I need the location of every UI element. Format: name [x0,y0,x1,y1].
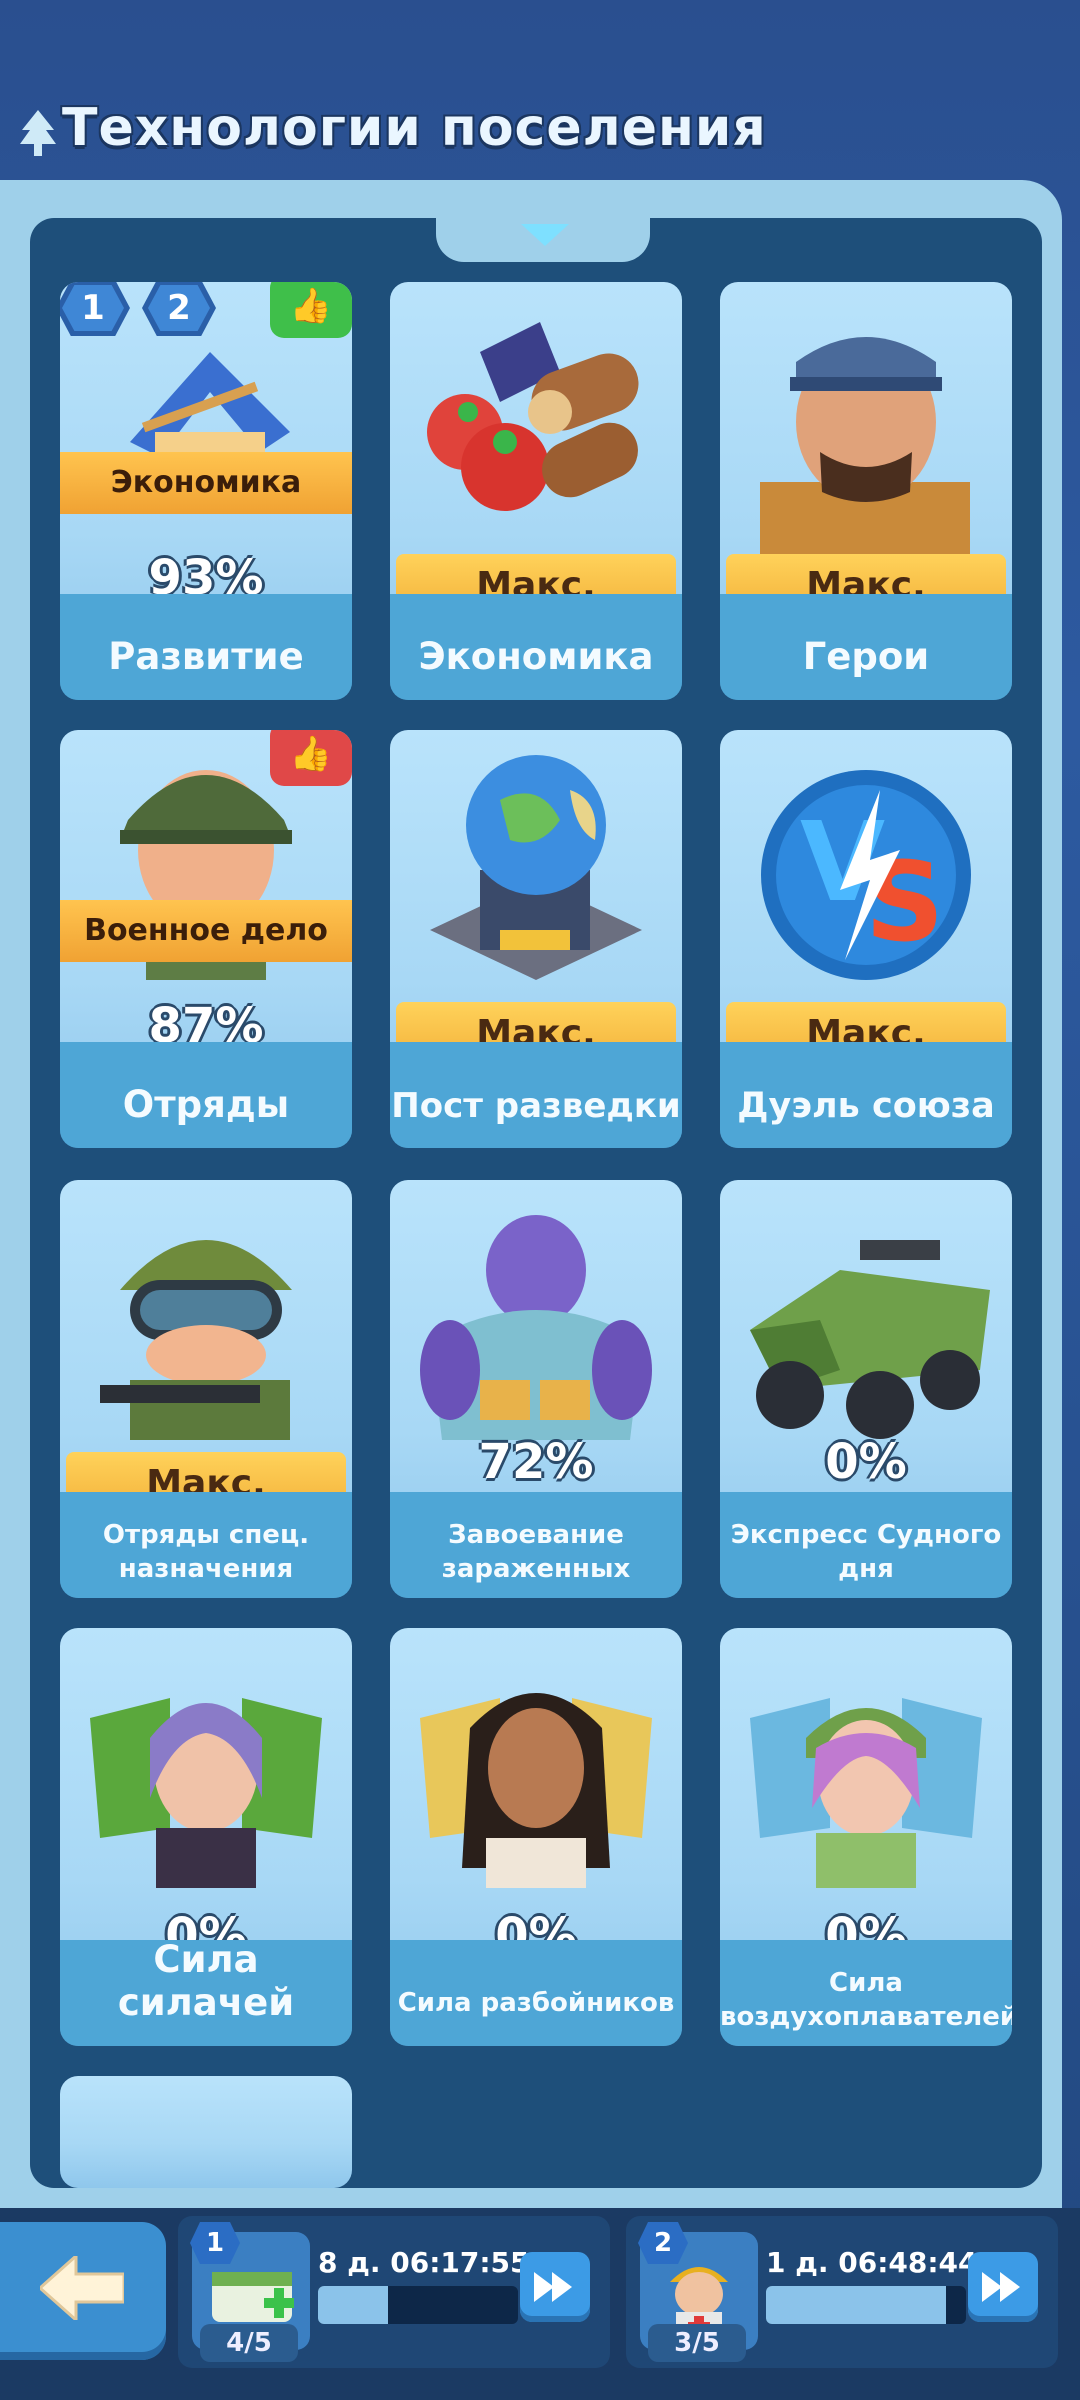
collapse-tab[interactable] [436,214,650,262]
tech-card-doomsday-express[interactable]: 0% Экспресс Судного дня [720,1180,1012,1598]
card-title: Дуэль союза [737,1086,995,1126]
tech-card-special-forces[interactable]: Макс. Отряды спец. назначения [60,1180,352,1598]
queue-timer: 1 д. 06:48:44 [766,2246,978,2279]
card-title: Сила воздухоплавателей [720,1968,1012,2032]
svg-text:S: S [865,838,944,966]
bandit-hero-art [420,1693,652,1888]
queue-number: 2 [638,2222,688,2264]
card-title: Завоевание зараженных [441,1520,631,1584]
tech-card-troops[interactable]: 👍 Военное дело 87% Отряды [60,730,352,1148]
tech-card-infected-conquest[interactable]: 72% Завоевание зараженных [390,1180,682,1598]
hero-portrait-art [760,337,970,582]
tech-card-partial[interactable] [60,2076,352,2188]
fast-forward-icon [534,2272,572,2302]
strongman-hero-art [90,1698,322,1888]
card-title: Отряды [122,1083,290,1126]
research-queue-2[interactable]: 2 3/5 1 д. 06:48:44 [626,2216,1058,2368]
tech-card-development[interactable]: 1 2 👍 Экономика 93% Развитие [60,282,352,700]
card-title: Пост разведки [391,1086,681,1126]
tech-card-economy[interactable]: Макс. Экономика [390,282,682,700]
card-title: Отряды спец. назначения [102,1520,310,1584]
tree-icon [20,110,56,156]
category-ribbon: Экономика [60,452,352,514]
special-forces-art [100,1240,292,1440]
queue-progress [766,2286,966,2324]
thumbs-up-icon: 👍 [270,730,352,786]
thumbs-up-icon: 👍 [270,282,352,338]
back-button[interactable] [0,2222,166,2360]
research-queue-1[interactable]: 1 4/5 8 д. 06:17:55 [178,2216,610,2368]
tech-card-strongmen-power[interactable]: 0% Сила силачей [60,1628,352,2046]
queue-number: 1 [190,2222,240,2264]
vs-emblem-art: V S [761,770,971,980]
fast-forward-icon [982,2272,1020,2302]
card-title: Герои [802,635,930,678]
card-title: Экономика [418,635,654,678]
card-title: Сила разбойников [397,1988,675,2018]
level-badge-2: 2 [142,282,216,336]
globe-building-art [430,755,642,980]
queue-count: 3/5 [648,2324,746,2362]
speedup-button[interactable] [520,2252,590,2322]
queue-count: 4/5 [200,2324,298,2362]
tech-card-alliance-duel[interactable]: V S Макс. Дуэль союза [720,730,1012,1148]
tech-card-aeronauts-power[interactable]: 0% Сила воздухоплавателей [720,1628,1012,2046]
page-title: Технологии поселения [62,98,767,158]
aeronaut-hero-art [750,1698,982,1888]
category-ribbon: Военное дело [60,900,352,962]
arrow-left-icon [40,2256,124,2320]
partial-hero-art [60,2076,352,2188]
progress-percent: 72% [478,1434,594,1490]
header: Технологии поселения [0,0,1080,180]
tech-card-recon-post[interactable]: Макс. Пост разведки [390,730,682,1148]
card-title: Экспресс Судного дня [730,1520,1002,1584]
resources-art [427,322,639,511]
progress-percent: 0% [825,1434,907,1490]
card-title: Сила силачей [117,1938,295,2024]
tech-card-heroes[interactable]: Макс. Герои [720,282,1012,700]
speedup-button[interactable] [968,2252,1038,2322]
queue-progress [318,2286,518,2324]
tech-card-bandits-power[interactable]: 0% Сила разбойников [390,1628,682,2046]
card-title: Развитие [108,635,304,678]
chevron-down-icon [521,224,569,246]
queue-timer: 8 д. 06:17:55 [318,2246,530,2279]
